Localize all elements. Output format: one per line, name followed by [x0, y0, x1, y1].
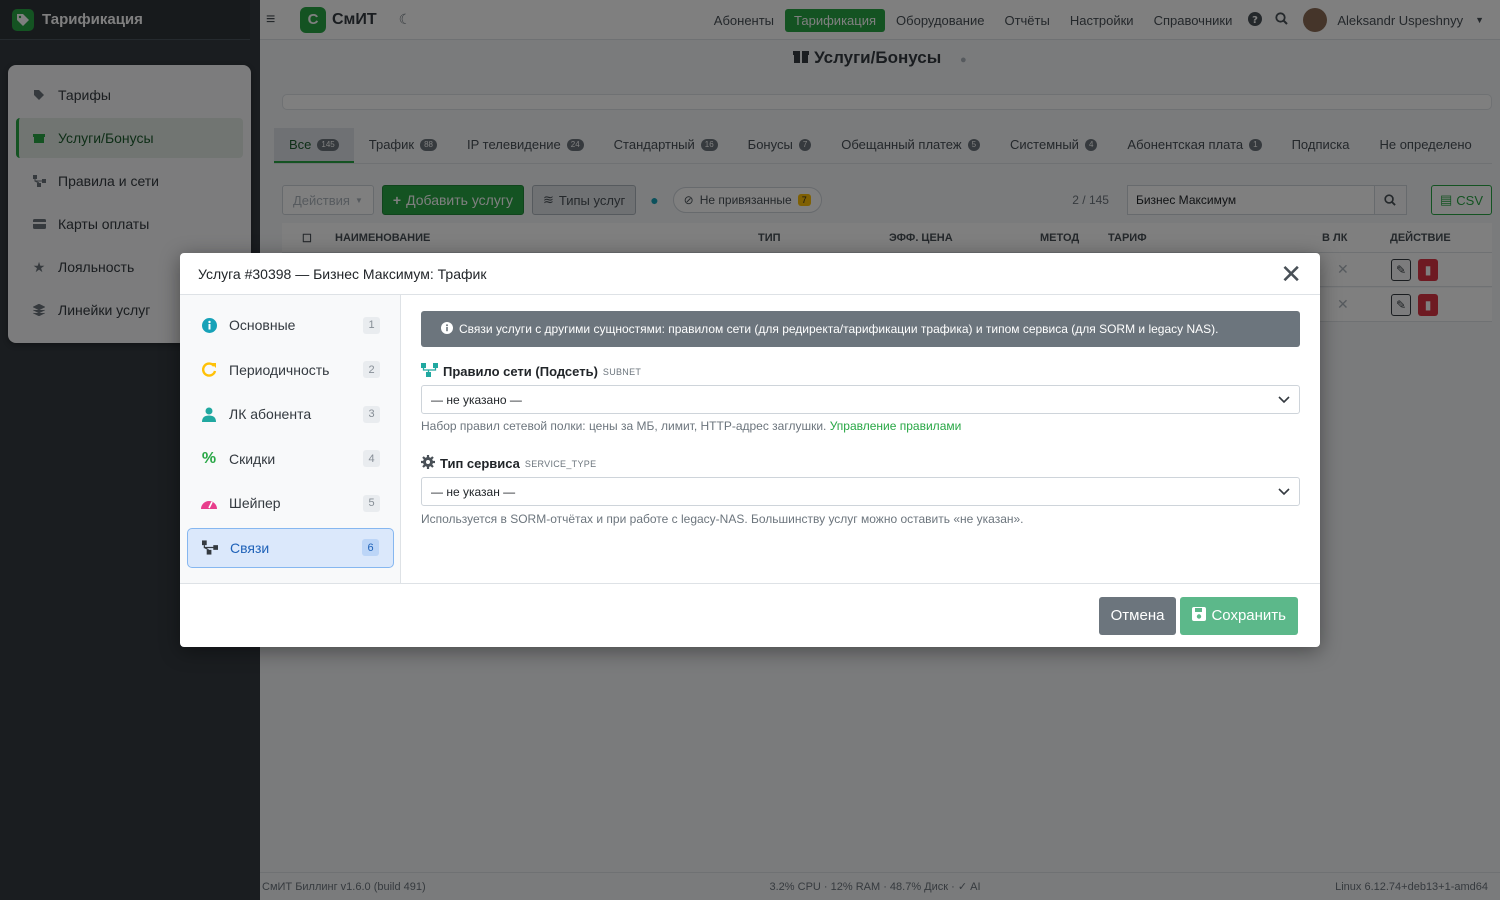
modal-tab-basic[interactable]: Основные 1	[187, 305, 394, 345]
percent-icon: %	[201, 449, 217, 467]
info-icon	[441, 321, 453, 337]
service-type-label-text: Тип сервиса	[440, 456, 520, 471]
service-type-field-label: Тип сервиса service_type	[421, 455, 1300, 472]
refresh-icon	[201, 362, 217, 378]
modal-title: Услуга #30398 — Бизнес Максимум: Трафик	[198, 265, 487, 282]
save-label: Сохранить	[1211, 607, 1286, 624]
modal-header: Услуга #30398 — Бизнес Максимум: Трафик …	[180, 253, 1320, 295]
modal-tab-number: 6	[362, 539, 379, 556]
manage-rules-link[interactable]: Управление правилами	[830, 419, 962, 433]
modal-tab-number: 5	[363, 494, 380, 512]
service-modal: Услуга #30398 — Бизнес Максимум: Трафик …	[180, 253, 1320, 647]
modal-tab-discounts[interactable]: % Скидки 4	[187, 439, 394, 479]
floppy-icon	[1192, 606, 1207, 625]
subnet-select[interactable]: — не указано —	[421, 385, 1300, 414]
network-icon	[421, 363, 438, 380]
modal-tab-label: Шейпер	[229, 495, 281, 511]
modal-tab-periodicity[interactable]: Периодичность 2	[187, 350, 394, 390]
chevron-down-icon	[1278, 393, 1290, 407]
save-button[interactable]: Сохранить	[1180, 596, 1298, 635]
service-type-help: Используется в SORM-отчётах и при работе…	[421, 512, 1024, 526]
gear-icon	[421, 455, 435, 472]
modal-tab-label: Связи	[230, 539, 270, 556]
network-icon	[202, 540, 218, 556]
subnet-field-label: Правило сети (Подсеть) subnet	[421, 363, 1300, 380]
modal-tab-shaper[interactable]: Шейпер 5	[187, 483, 394, 523]
modal-tab-cabinet[interactable]: ЛК абонента 3	[187, 394, 394, 434]
modal-tab-number: 3	[363, 405, 380, 423]
chevron-down-icon	[1278, 485, 1290, 499]
modal-tab-label: ЛК абонента	[229, 406, 312, 422]
service-type-select-value: — не указан —	[431, 484, 516, 499]
service-type-select[interactable]: — не указан —	[421, 477, 1300, 506]
modal-tab-label: Основные	[229, 317, 296, 333]
gauge-icon	[201, 495, 217, 511]
modal-tab-label: Скидки	[229, 450, 276, 467]
modal-content: Связи услуги с другими сущностями: прави…	[401, 295, 1320, 583]
info-icon	[201, 317, 217, 333]
modal-tab-label: Периодичность	[229, 361, 330, 378]
info-alert-text: Связи услуги с другими сущностями: прави…	[459, 322, 1219, 336]
subnet-help-text: Набор правил сетевой полки: цены за МБ, …	[421, 419, 827, 433]
subnet-select-value: — не указано —	[431, 392, 522, 407]
info-alert: Связи услуги с другими сущностями: прави…	[421, 311, 1300, 347]
modal-tab-number: 1	[363, 316, 380, 334]
subnet-help: Набор правил сетевой полки: цены за МБ, …	[421, 419, 1300, 433]
subnet-label-text: Правило сети (Подсеть)	[443, 364, 598, 379]
subnet-code: subnet	[602, 366, 642, 377]
modal-tab-number: 4	[363, 450, 380, 467]
modal-tab-number: 2	[363, 361, 380, 378]
modal-footer: Отмена Сохранить	[180, 583, 1320, 647]
modal-body: Основные 1 Периодичность 2 ЛК абонента 3…	[180, 295, 1320, 583]
modal-tab-links[interactable]: Связи 6	[187, 527, 394, 568]
service-type-code: service_type	[524, 458, 597, 469]
cancel-button[interactable]: Отмена	[1098, 596, 1177, 635]
user-icon	[201, 406, 217, 422]
close-icon[interactable]: ✕	[1280, 261, 1302, 287]
modal-nav: Основные 1 Периодичность 2 ЛК абонента 3…	[180, 295, 401, 583]
